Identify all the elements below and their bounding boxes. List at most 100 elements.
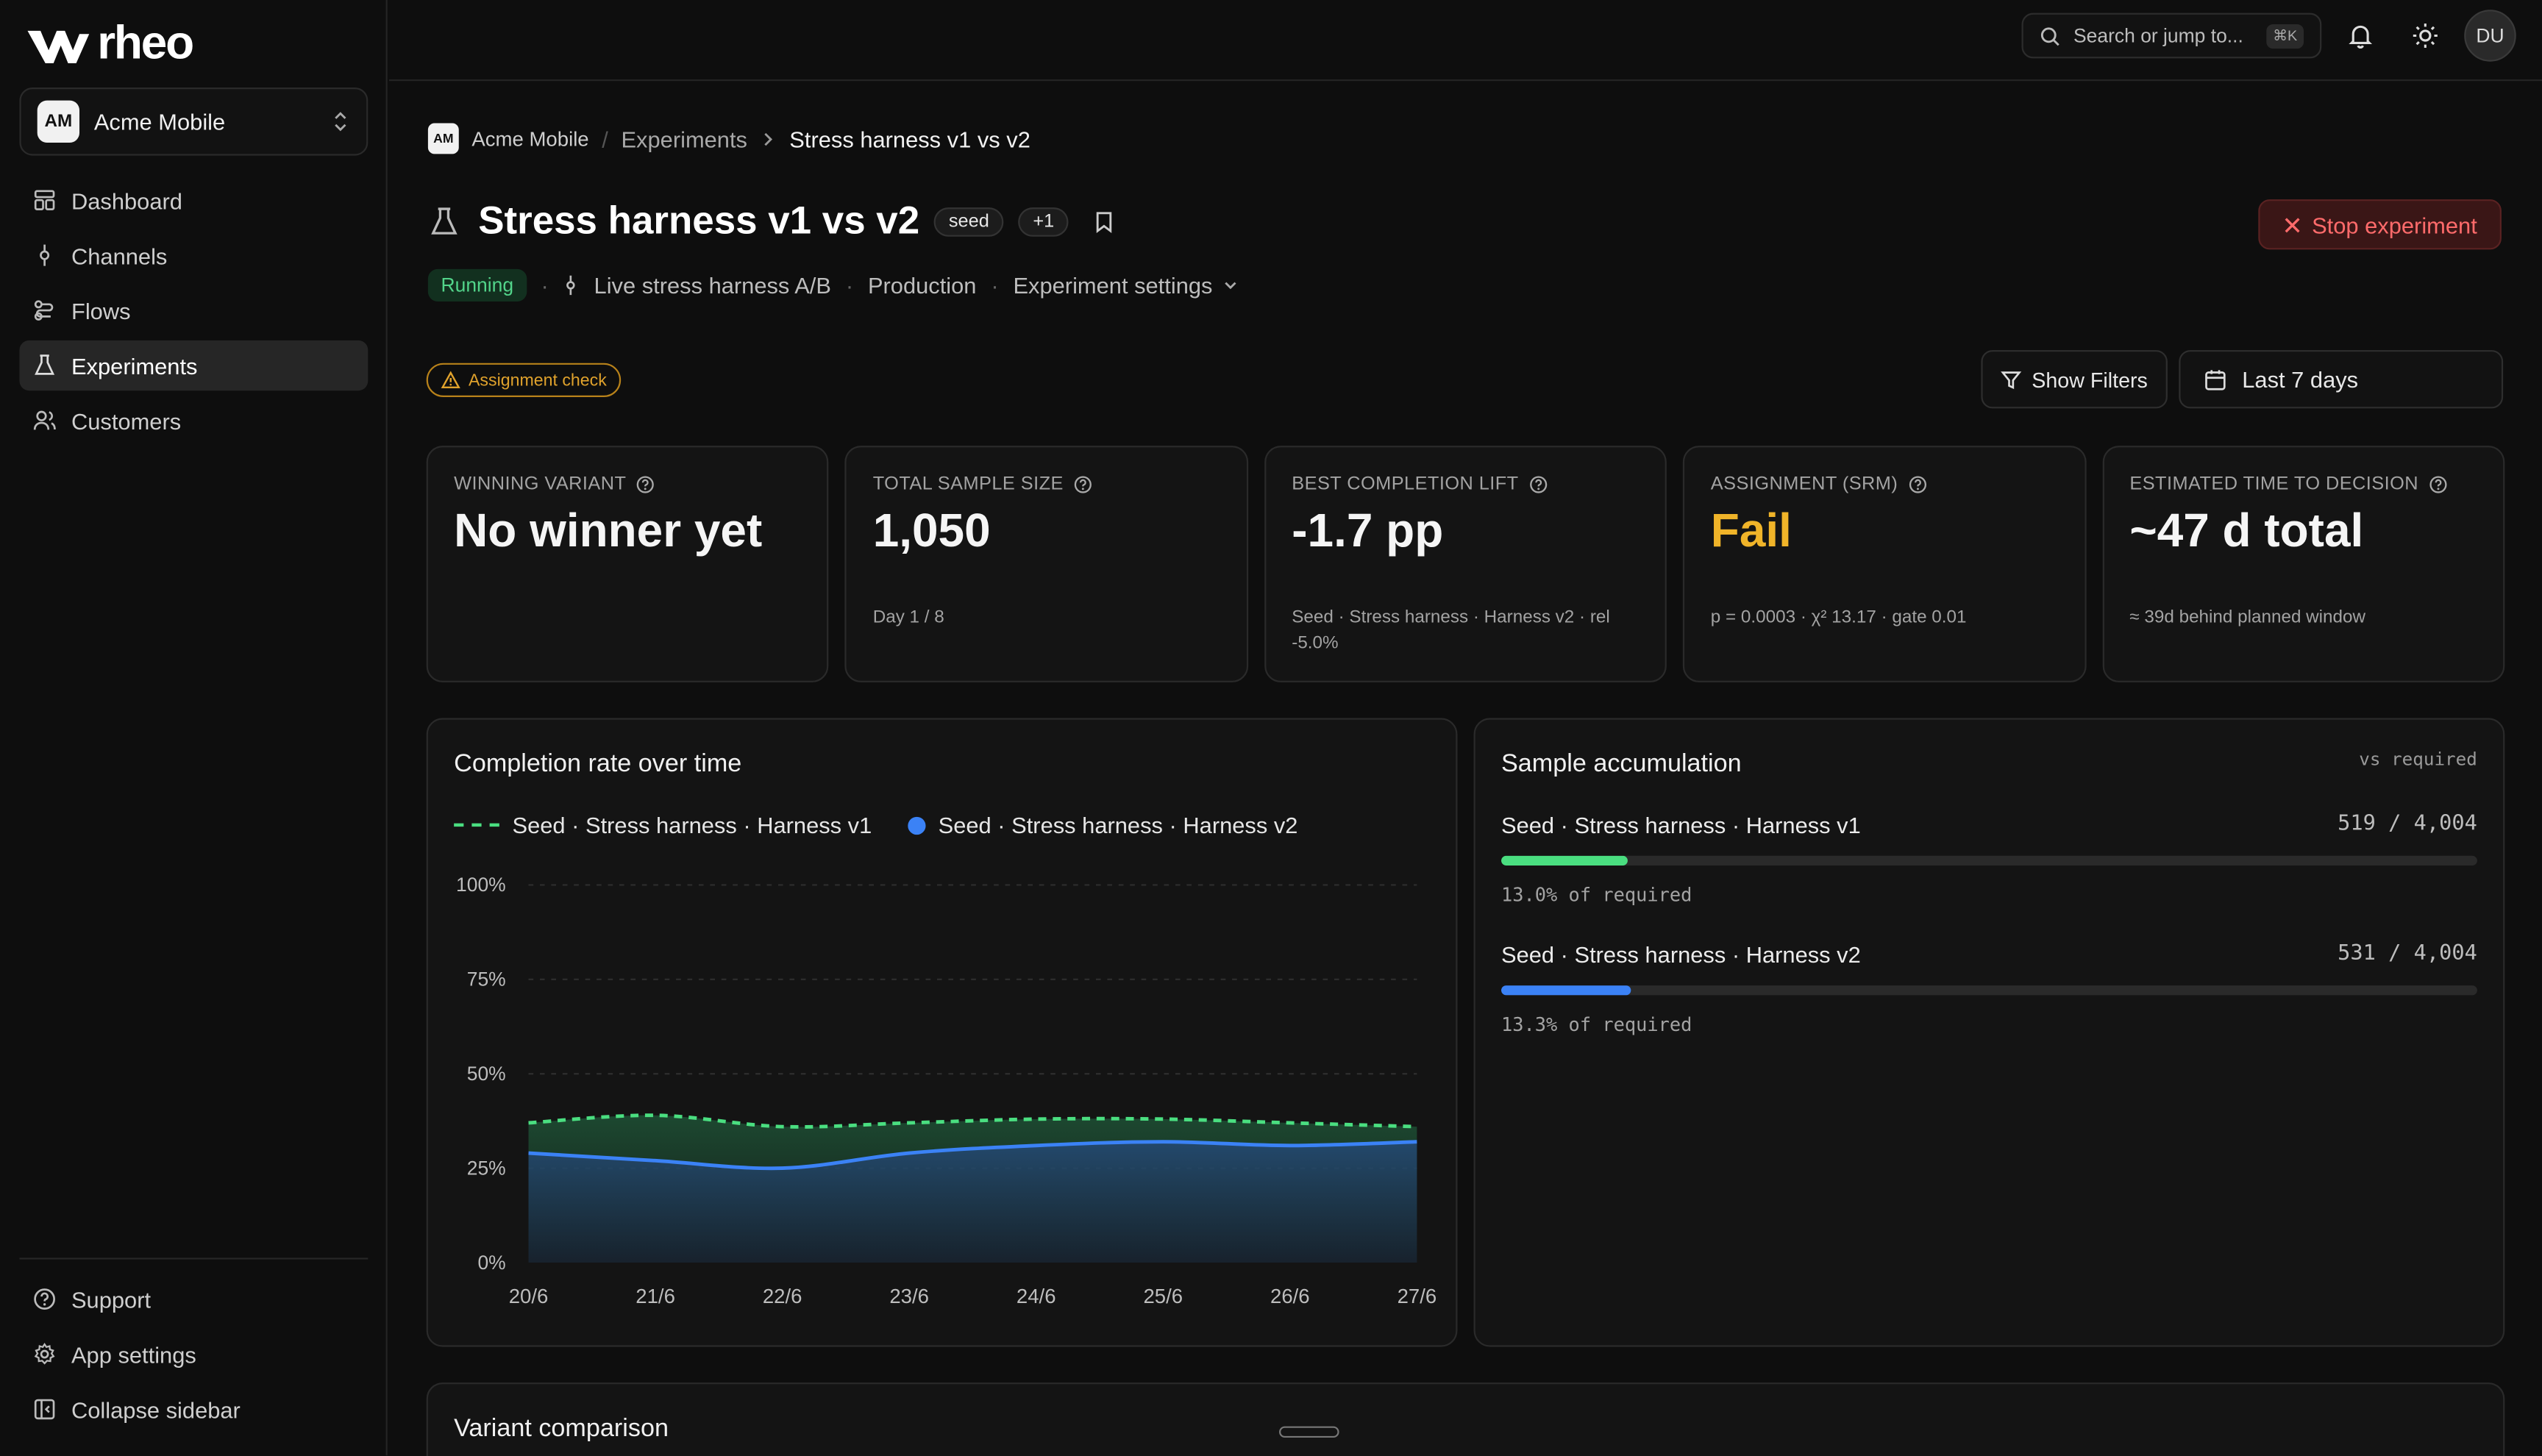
kpi-label-text: WINNING VARIANT [454, 474, 627, 495]
kpi-value: No winner yet [454, 505, 763, 558]
kpi-label: WINNING VARIANT [454, 475, 802, 494]
variant-comparison-card: Variant comparison [426, 1382, 2505, 1456]
search-shortcut: ⌘K [2266, 23, 2304, 49]
date-range-picker[interactable]: Last 7 days [2179, 350, 2504, 409]
flask-icon [35, 354, 55, 375]
sidebar: rheo AM Acme Mobile Dashboard Channels F… [0, 0, 388, 1456]
bookmark-icon[interactable] [1093, 211, 1116, 234]
progress-percent: 13.0% of required [1500, 883, 1692, 907]
show-filters-label: Show Filters [2032, 367, 2148, 392]
experiment-settings-dropdown[interactable]: Experiment settings [1013, 272, 1238, 299]
kpi-sub: p = 0.0003 · χ² 13.17 · gate 0.01 [1710, 607, 1967, 627]
sidebar-item-customers[interactable]: Customers [19, 396, 368, 446]
kpi-value: 1,050 [872, 505, 991, 558]
kpi-best-completion-lift: BEST COMPLETION LIFT -1.7 pp Seed · Stre… [1264, 446, 1667, 682]
help-icon[interactable] [636, 475, 655, 494]
breadcrumb-experiments[interactable]: Experiments [621, 126, 747, 151]
sidebar-item-dashboard[interactable]: Dashboard [19, 175, 368, 225]
kpi-label-text: ESTIMATED TIME TO DECISION [2129, 474, 2419, 495]
sidebar-item-channels[interactable]: Channels [19, 230, 368, 280]
search-input[interactable]: Search or jump to... ⌘K [2021, 13, 2322, 59]
stop-experiment-label: Stop experiment [2312, 211, 2477, 238]
org-switcher[interactable]: AM Acme Mobile [19, 88, 369, 156]
kpi-label: ASSIGNMENT (SRM) [1711, 475, 2059, 494]
help-icon [34, 1288, 55, 1310]
sidebar-item-label: Experiments [71, 352, 198, 379]
progress-percent: 13.3% of required [1500, 1013, 1692, 1036]
sidebar-item-label: Dashboard [71, 187, 182, 213]
x-tick-label: 24/6 [1017, 1285, 1056, 1307]
accumulation-head: Seed · Stress harness · Harness v2 531 /… [1501, 942, 2477, 968]
variant-name: Seed · Stress harness · Harness v2 [1500, 941, 1861, 968]
main-content: AM Acme Mobile / Experiments Stress harn… [389, 82, 2542, 1456]
kpi-sub: Day 1 / 8 [872, 607, 944, 627]
sidebar-item-label: Flows [71, 297, 131, 324]
sidebar-item-app-settings[interactable]: App settings [19, 1329, 368, 1379]
x-tick-label: 21/6 [636, 1285, 675, 1307]
sidebar-item-label: Collapse sidebar [71, 1396, 241, 1423]
users-icon [33, 410, 56, 430]
card-title: Sample accumulation [1500, 750, 1742, 778]
assignment-check-badge[interactable]: Assignment check [426, 363, 622, 398]
breadcrumb-org-avatar: AM [427, 123, 459, 154]
breadcrumb-current: Stress harness v1 vs v2 [789, 125, 1030, 152]
help-icon[interactable] [1073, 475, 1092, 494]
assignment-check-label: Assignment check [468, 370, 607, 390]
accumulation-row-v1: Seed · Stress harness · Harness v1 519 /… [1500, 812, 2477, 907]
date-range-label: Last 7 days [2242, 366, 2359, 393]
app-logo[interactable]: rheo [26, 18, 194, 71]
filter-icon [2001, 371, 2022, 389]
breadcrumb-separator: / [602, 125, 608, 152]
help-icon[interactable] [1528, 475, 1548, 494]
help-icon[interactable] [2428, 475, 2447, 494]
tag-more[interactable]: +1 [1018, 207, 1069, 237]
kpi-value: -1.7 pp [1292, 505, 1444, 558]
kpi-total-sample-size: TOTAL SAMPLE SIZE 1,050 Day 1 / 8 [845, 446, 1248, 682]
sidebar-item-experiments[interactable]: Experiments [19, 340, 369, 391]
org-name: Acme Mobile [93, 108, 226, 135]
sidebar-item-collapse[interactable]: Collapse sidebar [19, 1384, 368, 1434]
separator-dot: · [991, 272, 999, 299]
x-tick-label: 25/6 [1143, 1285, 1183, 1307]
kpi-label-text: BEST COMPLETION LIFT [1292, 474, 1519, 495]
separator-dot: · [541, 272, 549, 299]
x-tick-label: 20/6 [509, 1285, 549, 1307]
tag-seed[interactable]: seed [934, 207, 1004, 237]
channels-icon [40, 244, 50, 266]
y-tick-label: 100% [456, 874, 506, 896]
sample-count: 519 / 4,004 [2338, 812, 2477, 837]
flow-link[interactable]: Live stress harness A/B [594, 272, 831, 298]
channel-icon [566, 275, 576, 296]
kpi-assignment-srm: ASSIGNMENT (SRM) Fail p = 0.0003 · χ² 13… [1683, 446, 2086, 682]
breadcrumb: AM Acme Mobile / Experiments Stress harn… [427, 123, 1030, 154]
scroll-handle[interactable] [1279, 1426, 1339, 1438]
stop-experiment-button[interactable]: Stop experiment [2258, 199, 2502, 250]
breadcrumb-org[interactable]: Acme Mobile [471, 127, 588, 150]
search-placeholder: Search or jump to... [2073, 24, 2243, 47]
variant-name: Seed · Stress harness · Harness v1 [1500, 812, 1861, 838]
kpi-label-text: TOTAL SAMPLE SIZE [872, 474, 1064, 495]
status-row: Running · Live stress harness A/B · Prod… [427, 268, 1239, 301]
rheo-logo-icon [27, 29, 90, 63]
sidebar-item-support[interactable]: Support [19, 1274, 368, 1324]
sidebar-item-flows[interactable]: Flows [19, 285, 368, 335]
progress-fill [1500, 985, 1631, 996]
x-tick-label: 27/6 [1398, 1285, 1437, 1307]
separator-dot: · [845, 272, 854, 299]
logo-text: rheo [97, 18, 194, 70]
kpi-label-text: ASSIGNMENT (SRM) [1710, 474, 1898, 495]
accumulation-row-v2: Seed · Stress harness · Harness v2 531 /… [1500, 942, 2477, 1036]
chevron-down-icon [1225, 282, 1236, 290]
progress-track [1500, 855, 2477, 866]
kpi-value: ~47 d total [2129, 505, 2364, 558]
kpi-sub: Seed · Stress harness · Harness v2 · rel… [1292, 607, 1610, 654]
theme-toggle-icon[interactable] [2410, 21, 2440, 51]
kpi-value: Fail [1710, 505, 1792, 558]
sidebar-item-label: Channels [71, 242, 168, 268]
chevron-right-icon [764, 132, 772, 146]
help-icon[interactable] [1907, 475, 1926, 494]
y-tick-label: 0% [477, 1252, 505, 1274]
bell-icon[interactable] [2346, 21, 2375, 51]
user-avatar[interactable]: DU [2464, 10, 2516, 62]
show-filters-button[interactable]: Show Filters [1981, 350, 2168, 409]
